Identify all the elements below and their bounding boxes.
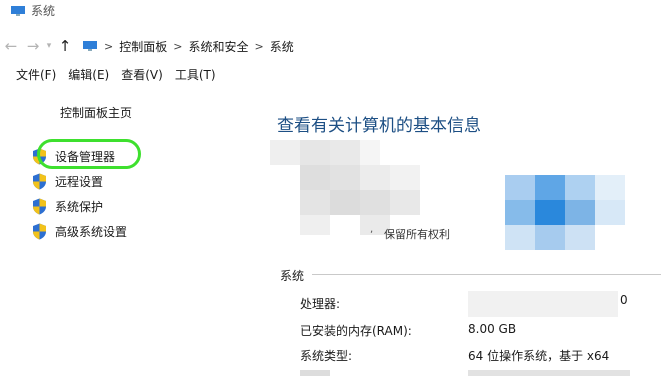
- blurred-processor-value: [468, 291, 618, 317]
- breadcrumb-control-panel[interactable]: 控制面板: [119, 38, 167, 55]
- address-navigation: ← → ▾ ↑ > 控制面板 > 系统和安全 > 系统: [0, 34, 661, 58]
- control-panel-icon: [83, 41, 97, 51]
- breadcrumb: > 控制面板 > 系统和安全 > 系统: [82, 38, 294, 55]
- breadcrumb-separator: >: [173, 39, 183, 53]
- section-divider: [312, 274, 661, 275]
- sidebar-item-system-protection[interactable]: 系统保护: [32, 195, 127, 217]
- sidebar-item-label: 系统保护: [55, 199, 104, 214]
- ram-label: 已安装的内存(RAM):: [300, 324, 412, 338]
- sidebar-item-remote-settings[interactable]: 远程设置: [32, 170, 127, 192]
- rights-dot: ,: [370, 224, 374, 235]
- breadcrumb-separator: >: [104, 39, 114, 53]
- dropdown-icon[interactable]: ▾: [44, 41, 54, 51]
- blurred-windows-logo: [505, 175, 625, 250]
- menu-edit[interactable]: 编辑(E): [68, 66, 109, 83]
- menu-tools[interactable]: 工具(T): [175, 66, 216, 83]
- shield-icon: [33, 198, 46, 214]
- sidebar-item-label: 高级系统设置: [55, 224, 128, 239]
- highlight-annotation: [37, 139, 141, 169]
- system-type-value: 64 位操作系统，基于 x64: [468, 349, 610, 363]
- window-title-bar: 系统: [10, 2, 55, 19]
- shield-icon: [33, 223, 46, 239]
- section-label-system: 系统: [280, 269, 305, 283]
- breadcrumb-system[interactable]: 系统: [270, 38, 294, 55]
- processor-value-edge: 0: [620, 293, 628, 307]
- window-title: 系统: [31, 4, 56, 18]
- forward-button[interactable]: →: [22, 37, 44, 55]
- system-icon: [11, 5, 25, 16]
- menu-file[interactable]: 文件(F): [16, 66, 56, 83]
- processor-label: 处理器:: [300, 297, 341, 311]
- copyright-text: 保留所有权利: [384, 228, 450, 241]
- back-button[interactable]: ←: [0, 37, 22, 55]
- sidebar-item-advanced-settings[interactable]: 高级系统设置: [32, 220, 127, 242]
- sidebar-home-link[interactable]: 控制面板主页: [60, 104, 132, 121]
- page-heading: 查看有关计算机的基本信息: [277, 116, 481, 136]
- sidebar-item-label: 远程设置: [55, 174, 104, 189]
- menu-bar: 文件(F) 编辑(E) 查看(V) 工具(T): [16, 66, 216, 83]
- breadcrumb-separator: >: [254, 39, 264, 53]
- shield-icon: [33, 173, 46, 189]
- menu-view[interactable]: 查看(V): [121, 66, 163, 83]
- up-button[interactable]: ↑: [54, 37, 76, 55]
- system-type-label: 系统类型:: [300, 349, 353, 363]
- breadcrumb-system-security[interactable]: 系统和安全: [188, 38, 248, 55]
- ram-value: 8.00 GB: [468, 322, 517, 336]
- clipped-row: [300, 370, 630, 376]
